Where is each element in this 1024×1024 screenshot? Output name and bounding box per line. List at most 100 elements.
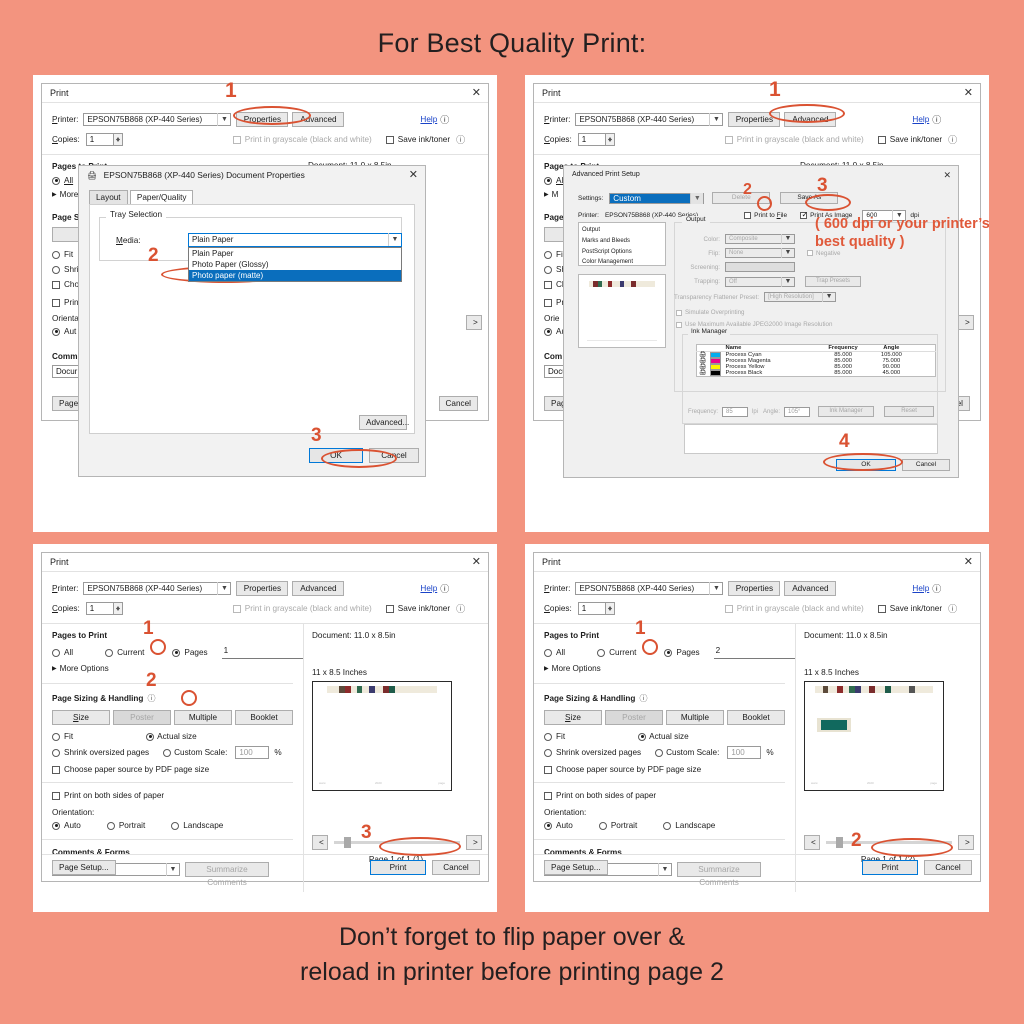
fit-radio[interactable] [52,732,60,741]
advanced-button[interactable]: Advanced [784,581,837,596]
both-sides-checkbox[interactable] [544,298,552,307]
nav-item[interactable]: Output [582,225,665,236]
orientation-auto-radio[interactable] [52,821,60,830]
info-icon[interactable]: ⓘ [639,693,647,704]
grayscale-checkbox[interactable] [232,604,241,613]
properties-button[interactable]: Properties [236,581,289,596]
grayscale-checkbox[interactable] [724,135,733,144]
nav-item[interactable]: Marks and Bleeds [582,236,665,247]
copies-stepper[interactable] [605,133,615,146]
advanced-button[interactable]: Advanced [292,581,345,596]
size-button[interactable]: Size [544,710,602,725]
cancel-button[interactable]: Cancel [924,860,972,875]
help-icon[interactable]: ⓘ [932,113,941,126]
print-as-image-checkbox[interactable] [800,210,808,219]
more-options-label[interactable]: More Options [60,664,109,673]
copies-input[interactable]: 1 [85,133,114,146]
more-options-label[interactable]: More Options [552,664,601,673]
help-link[interactable]: Help [912,115,929,124]
help-icon[interactable]: ⓘ [932,582,941,595]
close-icon[interactable]: ✕ [964,84,973,102]
chevron-right-icon[interactable]: ▶ [52,665,57,672]
shrink-radio[interactable] [52,748,60,757]
adv-nav-list[interactable]: Output Marks and Bleeds PostScript Optio… [578,222,666,266]
save-ink-checkbox[interactable] [877,135,886,144]
pages-current-radio[interactable] [105,648,114,657]
choose-paper-checkbox[interactable] [52,765,60,774]
more-options-label[interactable]: M [552,190,559,199]
orientation-landscape-radio[interactable] [171,821,180,830]
multiple-button[interactable]: Multiple [666,710,724,725]
preview-next-button[interactable]: > [466,315,482,330]
advanced-dots-button[interactable]: Advanced... [359,415,409,430]
shrink-radio[interactable] [544,265,552,274]
close-icon[interactable]: ✕ [409,166,418,184]
orientation-auto-radio[interactable] [544,821,552,830]
choose-paper-checkbox[interactable] [544,280,552,289]
orientation-portrait-radio[interactable] [598,821,607,830]
list-item[interactable]: Photo Paper (Glossy) [189,259,401,270]
help-icon[interactable]: ⓘ [440,113,449,126]
printer-select[interactable]: EPSON75B868 (XP-440 Series) ▼ [575,113,724,126]
media-combobox[interactable]: Plain Paper ▼ [188,233,402,247]
copies-stepper[interactable] [113,133,123,146]
choose-paper-checkbox[interactable] [52,280,60,289]
info-icon[interactable]: ⓘ [147,693,155,704]
nav-item[interactable]: PostScript Options [582,247,665,258]
copies-input[interactable]: 1 [577,602,606,615]
save-ink-checkbox[interactable] [385,604,394,613]
help-link[interactable]: Help [912,584,929,593]
help-link[interactable]: Help [420,584,437,593]
save-ink-checkbox[interactable] [877,604,886,613]
chevron-right-icon[interactable]: ▶ [544,191,549,198]
both-sides-checkbox[interactable] [52,791,60,800]
help-icon[interactable]: ⓘ [440,582,449,595]
close-icon[interactable]: ✕ [472,553,481,571]
preview-next-button[interactable]: > [958,835,974,850]
page-setup-button[interactable]: Page Setup... [52,860,116,875]
pages-all-radio[interactable] [52,176,60,185]
actual-size-radio[interactable] [638,732,647,741]
fit-radio[interactable] [544,732,552,741]
info-icon[interactable]: ⓘ [456,602,465,615]
cancel-button[interactable]: Cancel [438,396,478,411]
grayscale-checkbox[interactable] [232,135,241,144]
close-icon[interactable]: ✕ [964,553,973,571]
fit-radio[interactable] [52,250,60,259]
preview-prev-button[interactable]: < [312,835,328,850]
print-button[interactable]: Print [862,860,918,875]
shrink-radio[interactable] [52,265,60,274]
pages-range-input[interactable]: 2 [713,646,795,659]
fit-radio[interactable] [544,250,552,259]
printer-select[interactable]: EPSON75B868 (XP-440 Series) ▼ [83,582,232,595]
list-item-selected[interactable]: Photo paper (matte) [189,270,401,281]
scrollbar-thumb[interactable] [344,837,351,848]
printer-select[interactable]: EPSON75B868 (XP-440 Series) ▼ [575,582,724,595]
pages-all-radio[interactable] [544,176,552,185]
custom-scale-input[interactable]: 100 [727,746,762,759]
media-dropdown-list[interactable]: Plain Paper Photo Paper (Glossy) Photo p… [188,247,402,282]
settings-combobox[interactable]: Custom ▼ [609,192,705,204]
chevron-right-icon[interactable]: ▶ [52,191,57,198]
choose-paper-checkbox[interactable] [544,765,552,774]
pages-range-radio[interactable] [664,648,673,657]
pages-range-radio[interactable] [172,648,181,657]
preview-next-button[interactable]: > [958,315,974,330]
info-icon[interactable]: ⓘ [456,133,465,146]
close-icon[interactable]: ✕ [472,84,481,102]
custom-scale-radio[interactable] [163,748,172,757]
copies-stepper[interactable] [113,602,123,615]
pages-all-radio[interactable] [52,648,60,657]
scrollbar-thumb[interactable] [836,837,843,848]
pages-current-radio[interactable] [597,648,606,657]
save-ink-checkbox[interactable] [385,135,394,144]
page-setup-button[interactable]: Page Setup... [544,860,608,875]
tab-paper-quality[interactable]: Paper/Quality [129,190,194,205]
tab-layout[interactable]: Layout [89,190,128,205]
pages-all-radio[interactable] [544,648,552,657]
preview-next-button[interactable]: > [466,835,482,850]
list-item[interactable]: Plain Paper [189,248,401,259]
auto-radio[interactable] [52,327,60,336]
size-button[interactable]: Size [52,710,110,725]
table-row[interactable]: 🖨 Process Black 85.000 45.000 [697,370,936,377]
